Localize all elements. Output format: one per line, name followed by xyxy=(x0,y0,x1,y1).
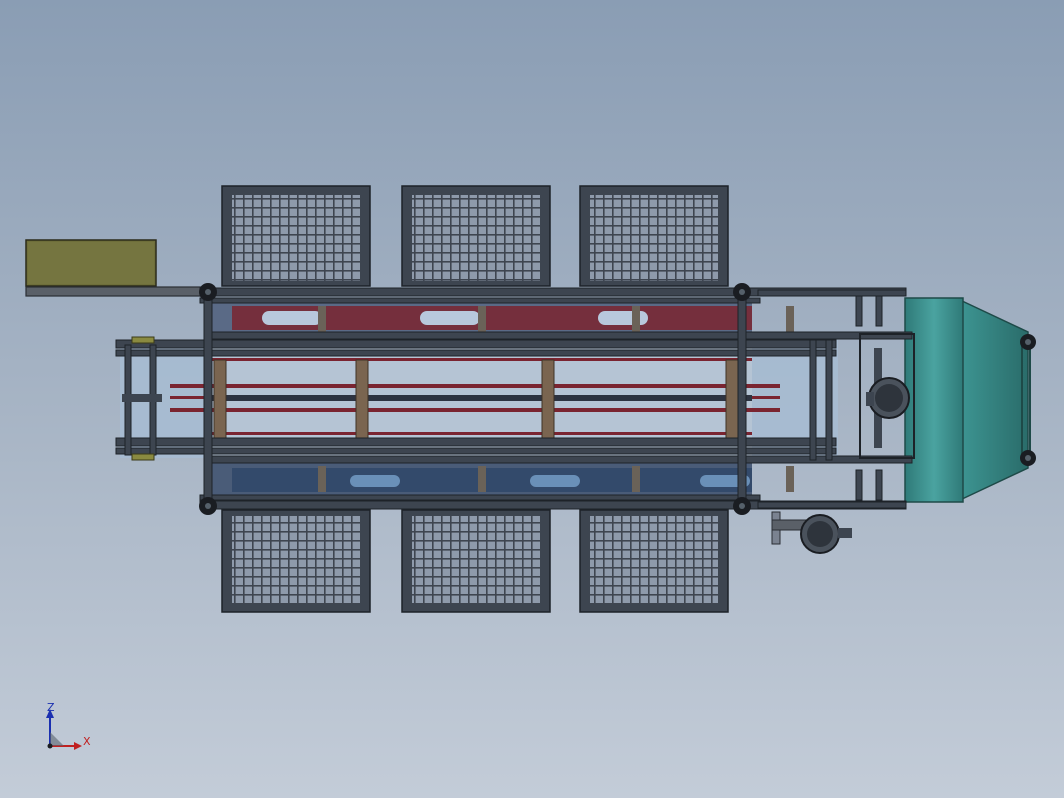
mesh-panel xyxy=(401,185,551,287)
mesh-panel xyxy=(221,509,371,613)
cad-viewport[interactable]: Z X xyxy=(0,0,1064,798)
mesh-panel xyxy=(401,509,551,613)
lower-motor xyxy=(771,511,852,554)
x-axis-label: X xyxy=(83,735,91,748)
mesh-guard-top-row xyxy=(221,185,729,287)
mesh-guard-bottom-row xyxy=(221,509,729,613)
control-box xyxy=(25,239,207,297)
discharge-hopper xyxy=(904,297,1036,503)
mesh-panel xyxy=(579,185,729,287)
mesh-panel xyxy=(579,509,729,613)
main-frame xyxy=(120,300,838,498)
mesh-panel xyxy=(221,185,371,287)
z-axis-label: Z xyxy=(47,701,55,714)
assembly-top-view: Z X xyxy=(25,185,1036,750)
axis-triad: Z X xyxy=(46,701,91,750)
